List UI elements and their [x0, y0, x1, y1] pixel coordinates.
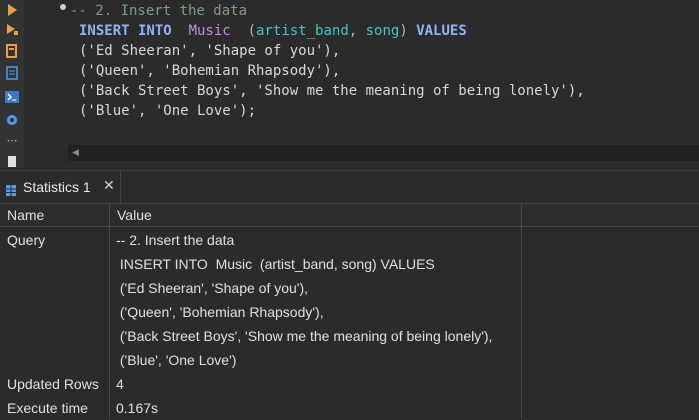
close-icon[interactable]: ✕	[103, 178, 115, 194]
code-token: -- 2. Insert the data	[70, 3, 248, 19]
row-value[interactable]: INSERT INTO Music (artist_band, song) VA…	[116, 252, 435, 276]
script-icon[interactable]	[5, 66, 19, 80]
row-name[interactable]: Execute time	[7, 396, 88, 420]
horizontal-scrollbar[interactable]: ◀	[68, 145, 699, 161]
file-icon[interactable]	[5, 153, 19, 167]
row-name[interactable]: Query	[7, 228, 45, 252]
code-line[interactable]: ('Queen', 'Bohemian Rhapsody'),	[79, 61, 340, 81]
sql-editor[interactable]: ⋯ -- 2. Insert the data INSERT INTO Music…	[0, 0, 699, 168]
run-icon[interactable]	[5, 3, 19, 17]
code-token: (	[230, 23, 257, 39]
code-token: INSERT INTO	[79, 23, 172, 39]
grid-icon	[6, 181, 16, 196]
row-value[interactable]: ('Queen', 'Bohemian Rhapsody'),	[116, 300, 324, 324]
more-icon[interactable]: ⋯	[5, 134, 19, 148]
column-header-value[interactable]: Value	[110, 204, 522, 227]
tab-label: Statistics 1	[23, 179, 91, 195]
results-tabbar: Statistics 1 ✕	[0, 171, 699, 204]
tab-statistics-1[interactable]: Statistics 1 ✕	[0, 171, 121, 203]
code-line[interactable]: ('Back Street Boys', 'Show me the meanin…	[79, 81, 585, 101]
code-line[interactable]: ('Blue', 'One Love');	[79, 101, 256, 121]
code-token: Music	[188, 23, 231, 39]
settings-icon[interactable]	[5, 113, 19, 127]
fold-marker-icon[interactable]	[60, 4, 66, 10]
results-panel: Statistics 1 ✕ Name Value Query -- 2. Ins…	[0, 170, 699, 418]
row-name[interactable]: Updated Rows	[7, 372, 99, 396]
editor-toolbar: ⋯	[0, 0, 24, 168]
code-token: ('Blue', 'One Love');	[79, 103, 257, 119]
column-header-empty	[522, 204, 699, 227]
row-value[interactable]: ('Ed Sheeran', 'Shape of you'),	[116, 276, 308, 300]
code-line[interactable]: -- 2. Insert the data	[70, 1, 247, 21]
statistics-grid: Name Value Query -- 2. Insert the data IN…	[0, 204, 699, 418]
row-value[interactable]: 0.167s	[116, 396, 158, 420]
code-token: ('Queen', 'Bohemian Rhapsody'),	[79, 63, 341, 79]
column-header-label: Name	[7, 207, 45, 223]
code-token: VALUES	[416, 23, 467, 39]
row-value[interactable]: ('Back Street Boys', 'Show me the meanin…	[116, 324, 493, 348]
code-token: ,	[348, 23, 366, 39]
row-value[interactable]: -- 2. Insert the data	[116, 228, 234, 252]
code-token: ('Back Street Boys', 'Show me the meanin…	[79, 83, 585, 99]
explain-icon[interactable]	[5, 44, 19, 58]
row-value[interactable]: ('Blue', 'One Love')	[116, 348, 237, 372]
run-script-icon[interactable]	[5, 23, 19, 37]
code-token: )	[399, 23, 417, 39]
code-token: song	[365, 23, 400, 39]
scroll-left-icon[interactable]: ◀	[72, 148, 79, 158]
line-gutter	[24, 0, 52, 120]
code-line[interactable]: ('Ed Sheeran', 'Shape of you'),	[79, 41, 340, 61]
terminal-icon[interactable]	[5, 90, 19, 104]
column-header-label: Value	[117, 207, 152, 223]
code-line[interactable]: INSERT INTO Music (artist_band, song) VA…	[79, 21, 467, 41]
row-value[interactable]: 4	[116, 372, 124, 396]
code-token: artist_band	[256, 23, 349, 39]
code-token: ('Ed Sheeran', 'Shape of you'),	[79, 43, 341, 59]
column-header-name[interactable]: Name	[0, 204, 110, 227]
